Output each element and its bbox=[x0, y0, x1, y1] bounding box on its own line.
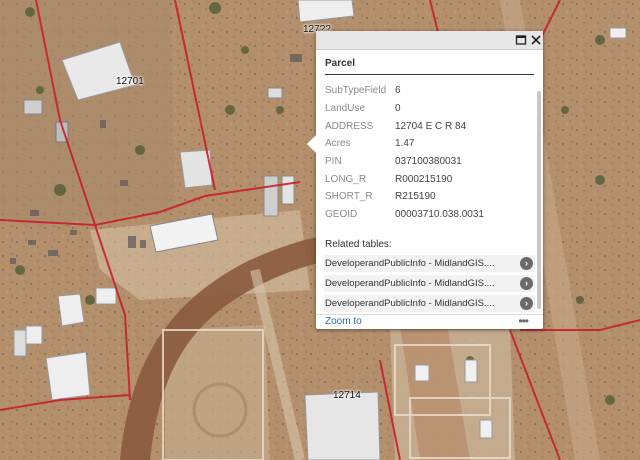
related-table-item[interactable]: DeveloperandPublicInfo - MidlandGIS.... › bbox=[324, 294, 535, 312]
attribute-value: R215190 bbox=[395, 191, 436, 203]
parcel-label: 12701 bbox=[116, 76, 144, 87]
close-icon[interactable] bbox=[530, 33, 542, 45]
parcel-label: 12714 bbox=[333, 390, 361, 401]
attribute-value: 0 bbox=[395, 103, 401, 115]
chevron-right-icon[interactable]: › bbox=[520, 256, 533, 270]
chevron-right-icon[interactable]: › bbox=[520, 276, 533, 290]
attribute-row: PIN 037100380031 bbox=[325, 153, 484, 171]
popup-title: Parcel bbox=[325, 50, 534, 75]
chevron-right-icon[interactable]: › bbox=[520, 296, 533, 310]
attribute-key: GEOID bbox=[325, 209, 358, 221]
related-table-item[interactable]: DeveloperandPublicInfo - MidlandGIS.... › bbox=[324, 274, 535, 292]
parcel-popup: Parcel SubTypeField 6 LandUse 0 ADDRESS 12704… bbox=[307, 31, 543, 329]
attribute-value: 00003710.038.0031 bbox=[395, 209, 484, 221]
popup-scrollbar[interactable] bbox=[537, 91, 541, 309]
related-tables-list: DeveloperandPublicInfo - MidlandGIS.... ›… bbox=[324, 254, 535, 312]
attribute-row: SubTypeField 6 bbox=[325, 82, 484, 100]
zoom-to-link[interactable]: Zoom to bbox=[325, 315, 362, 329]
more-options-button[interactable]: ••• bbox=[518, 314, 529, 328]
attribute-value: 1.47 bbox=[395, 138, 415, 150]
attribute-key: Acres bbox=[325, 138, 351, 150]
attribute-value: 12704 E C R 84 bbox=[395, 120, 467, 132]
related-table-item[interactable]: DeveloperandPublicInfo - MidlandGIS.... › bbox=[324, 254, 535, 272]
attribute-table: SubTypeField 6 LandUse 0 ADDRESS 12704 E C R … bbox=[325, 82, 484, 224]
related-table-label: DeveloperandPublicInfo - MidlandGIS.... bbox=[325, 257, 495, 269]
attribute-row: SHORT_R R215190 bbox=[325, 188, 484, 206]
popup-body: Parcel SubTypeField 6 LandUse 0 ADDRESS 12704… bbox=[316, 50, 543, 312]
related-table-label: DeveloperandPublicInfo - MidlandGIS.... bbox=[325, 277, 495, 289]
attribute-key: LONG_R bbox=[325, 173, 367, 185]
popup-header bbox=[316, 31, 543, 50]
attribute-key: ADDRESS bbox=[325, 120, 374, 132]
attribute-row: LandUse 0 bbox=[325, 100, 484, 118]
maximize-icon[interactable] bbox=[515, 33, 527, 45]
attribute-key: SHORT_R bbox=[325, 191, 373, 203]
related-table-label: DeveloperandPublicInfo - MidlandGIS.... bbox=[325, 297, 495, 309]
attribute-key: PIN bbox=[325, 156, 342, 168]
attribute-value: 037100380031 bbox=[395, 156, 462, 168]
popup-footer: Zoom to ••• bbox=[316, 314, 543, 329]
attribute-row: ADDRESS 12704 E C R 84 bbox=[325, 117, 484, 135]
attribute-key: LandUse bbox=[325, 103, 366, 115]
attribute-value: 6 bbox=[395, 85, 401, 97]
attribute-row: GEOID 00003710.038.0031 bbox=[325, 206, 484, 224]
attribute-row: LONG_R R000215190 bbox=[325, 170, 484, 188]
attribute-value: R000215190 bbox=[395, 173, 453, 185]
attribute-row: Acres 1.47 bbox=[325, 135, 484, 153]
popup-pointer bbox=[307, 135, 316, 153]
related-tables-title: Related tables: bbox=[325, 238, 392, 250]
attribute-key: SubTypeField bbox=[325, 85, 387, 97]
